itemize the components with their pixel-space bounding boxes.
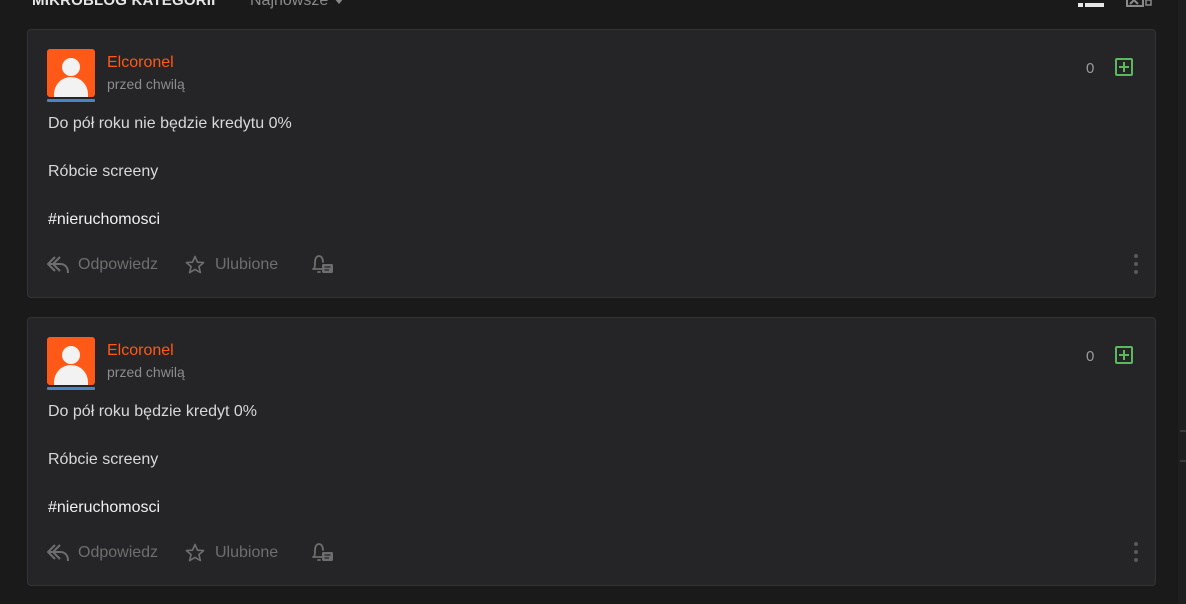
post-text-line: Do pół roku nie będzie kredytu 0% bbox=[48, 115, 292, 132]
list-view-icon[interactable] bbox=[1078, 0, 1104, 17]
bell-icon bbox=[312, 543, 333, 561]
reply-icon bbox=[47, 256, 69, 274]
scrollbar-mark bbox=[1180, 430, 1186, 432]
author-name[interactable]: Elcoronel bbox=[107, 54, 174, 72]
favorite-button[interactable]: Ulubione bbox=[185, 540, 278, 566]
post-content: Do pół roku będzie kredyt 0% Róbcie scre… bbox=[48, 402, 257, 546]
reply-button[interactable]: Odpowiedz bbox=[46, 252, 158, 278]
plus-icon[interactable] bbox=[1115, 58, 1133, 76]
avatar-underline bbox=[47, 99, 95, 102]
bell-icon bbox=[312, 255, 333, 273]
star-icon bbox=[185, 255, 205, 274]
reply-label: Odpowiedz bbox=[78, 256, 159, 273]
microblog-post: Elcoronel przed chwilą 0 Do pół roku nie… bbox=[27, 29, 1156, 298]
plus-icon[interactable] bbox=[1115, 346, 1133, 364]
image-view-icon[interactable] bbox=[1125, 0, 1153, 17]
chevron-down-icon bbox=[334, 0, 345, 4]
reply-label: Odpowiedz bbox=[78, 544, 159, 561]
vote-count: 0 bbox=[1086, 348, 1095, 365]
hashtag-link[interactable]: #nieruchomosci bbox=[48, 210, 292, 258]
post-time[interactable]: przed chwilą bbox=[107, 76, 185, 92]
page-title: MIKROBLOG KATEGORII bbox=[32, 0, 216, 9]
sort-dropdown[interactable]: Najnowsze bbox=[250, 0, 345, 10]
avatar-underline bbox=[47, 387, 95, 390]
notify-button[interactable] bbox=[309, 540, 335, 566]
avatar[interactable] bbox=[47, 49, 95, 97]
category-header: MIKROBLOG KATEGORII Najnowsze bbox=[0, 0, 1186, 20]
post-text-line: Róbcie screeny bbox=[48, 163, 159, 180]
reply-button[interactable]: Odpowiedz bbox=[46, 540, 158, 566]
notify-button[interactable] bbox=[309, 252, 335, 278]
author-name[interactable]: Elcoronel bbox=[107, 342, 174, 360]
favorite-button[interactable]: Ulubione bbox=[185, 252, 278, 278]
reply-icon bbox=[47, 544, 69, 562]
more-icon[interactable] bbox=[1134, 542, 1138, 562]
hashtag-link[interactable]: #nieruchomosci bbox=[48, 498, 257, 546]
scrollbar-mark bbox=[1180, 460, 1186, 462]
scrollbar[interactable] bbox=[1178, 0, 1186, 604]
post-time[interactable]: przed chwilą bbox=[107, 364, 185, 380]
favorite-label: Ulubione bbox=[215, 544, 279, 561]
more-icon[interactable] bbox=[1134, 254, 1138, 274]
post-text-line: Róbcie screeny bbox=[48, 451, 159, 468]
avatar[interactable] bbox=[47, 337, 95, 385]
star-icon bbox=[185, 543, 205, 562]
post-text-line: Do pół roku będzie kredyt 0% bbox=[48, 403, 257, 420]
sort-label: Najnowsze bbox=[250, 0, 329, 9]
favorite-label: Ulubione bbox=[215, 256, 279, 273]
microblog-post: Elcoronel przed chwilą 0 Do pół roku będ… bbox=[27, 317, 1156, 586]
post-content: Do pół roku nie będzie kredytu 0% Róbcie… bbox=[48, 114, 292, 258]
vote-count: 0 bbox=[1086, 60, 1095, 77]
